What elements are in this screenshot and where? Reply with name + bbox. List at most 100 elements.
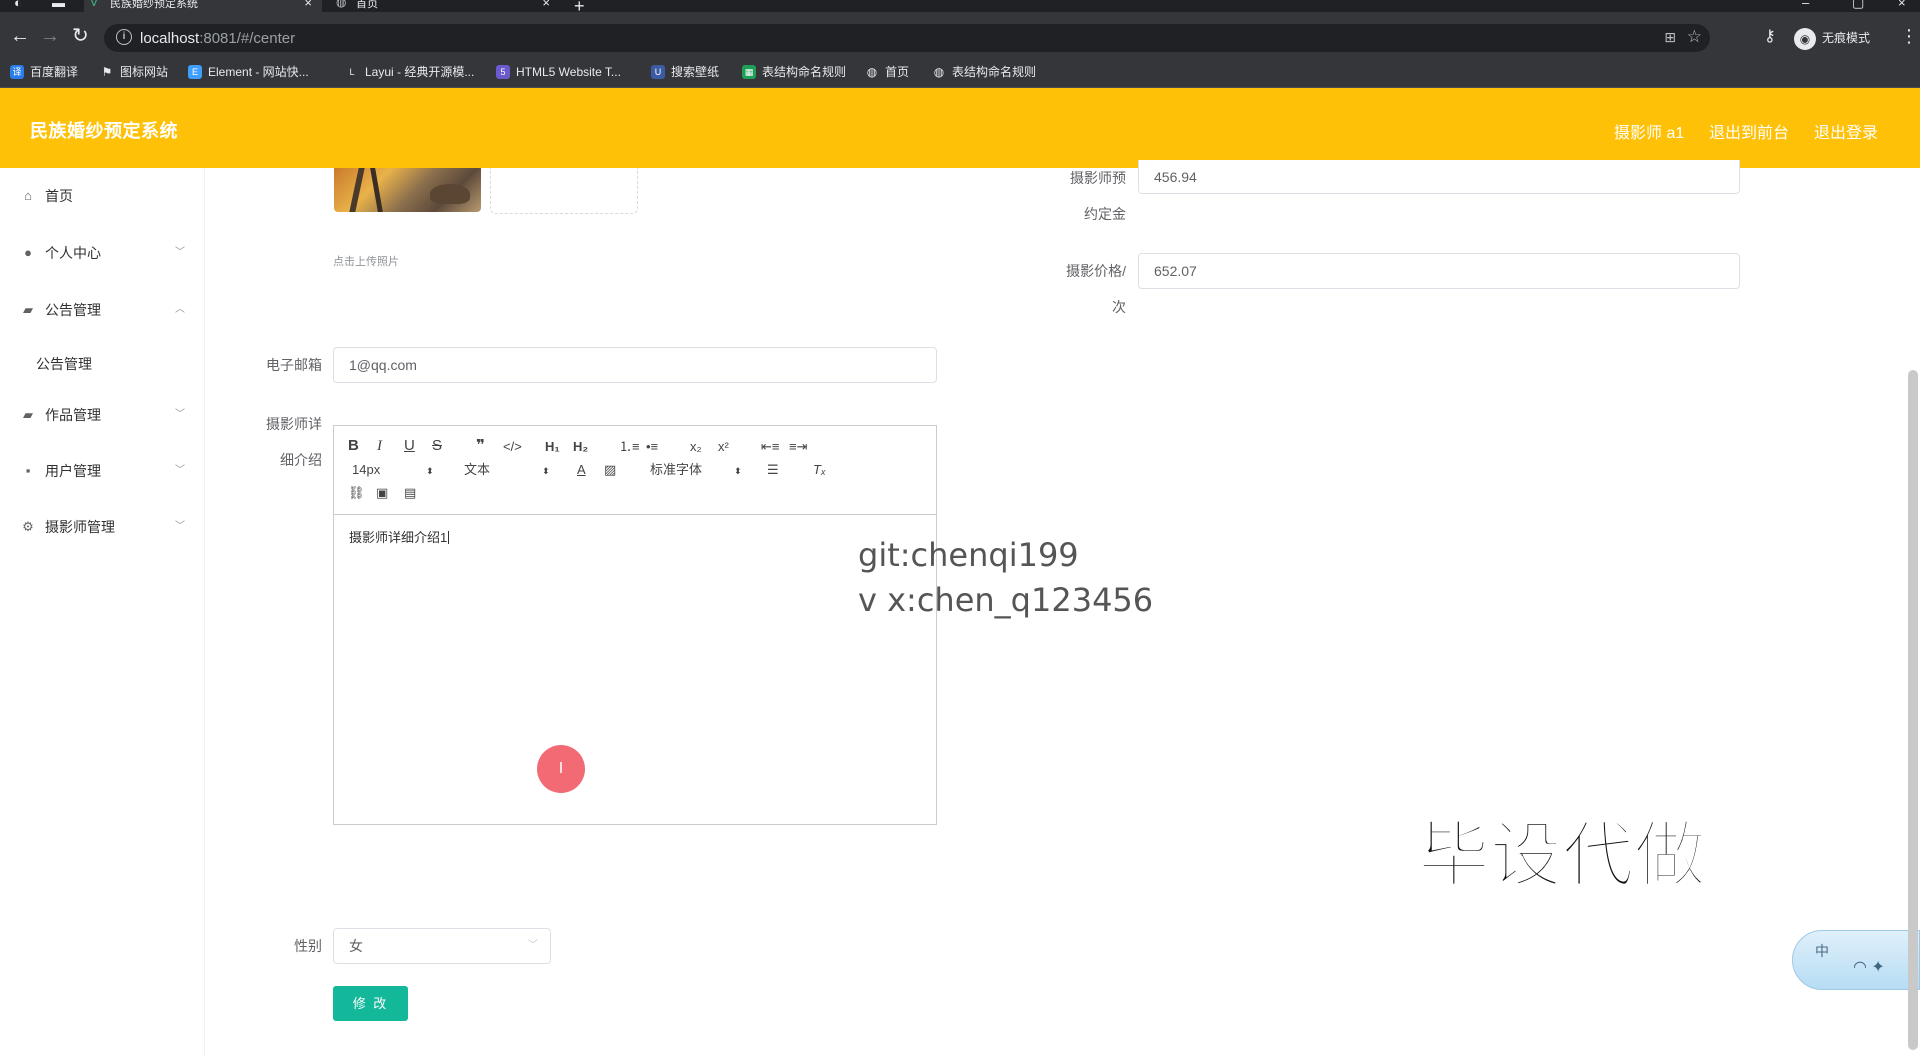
bold-icon[interactable]: B	[348, 437, 359, 455]
reload-icon[interactable]: ↻	[72, 26, 89, 46]
upload-photo-box[interactable]	[490, 168, 638, 214]
editor-toolbar: B I U S ❞ </> H₁ H₂ ⒈≡ •≡ x₂ x² ⇤≡ ≡⇥ 14…	[334, 426, 936, 515]
bookmark-item[interactable]: E Element - 网站快...	[188, 64, 309, 80]
forward-arrow-icon[interactable]: →	[40, 26, 60, 46]
bookmark-item[interactable]: 译百度翻译	[10, 64, 78, 80]
translate-icon[interactable]: ⊞	[1664, 29, 1676, 46]
gender-select[interactable]: 女 ﹀	[333, 928, 551, 964]
briefcase-icon: ▰	[23, 302, 33, 317]
intro-label: 摄影师详	[266, 416, 322, 432]
submit-button[interactable]: 修 改	[333, 986, 408, 1021]
bookmark-item[interactable]: U 搜索壁纸	[651, 64, 719, 80]
page-scrollbar[interactable]	[1908, 370, 1918, 1050]
font-family-select[interactable]: 标准字体 ⬍	[650, 461, 746, 479]
minimize-icon[interactable]: –	[1802, 0, 1809, 10]
sidebar-subitem-notices[interactable]: 公告管理	[0, 350, 190, 378]
bookmark-item[interactable]: ◍ 表结构命名规则	[932, 64, 1036, 80]
sidebar-item-users[interactable]: ▪ 用户管理 ﹀	[0, 457, 190, 485]
image-icon[interactable]: ▣	[376, 484, 388, 502]
sidebar-item-works[interactable]: ▰ 作品管理 ﹀	[0, 401, 190, 429]
indent-icon[interactable]: ≡⇥	[789, 438, 807, 456]
subscript-icon[interactable]: x₂	[690, 438, 702, 456]
video-icon[interactable]: ▤	[404, 484, 416, 502]
price-label: 摄影价格/	[1066, 263, 1126, 279]
new-tab-button[interactable]: +	[574, 0, 585, 12]
sidebar-item-profile[interactable]: ● 个人中心 ﹀	[0, 239, 190, 267]
browser-tab-active[interactable]: V 民族婚纱预定系统 ×	[84, 0, 322, 12]
bookmark-item[interactable]: 5 HTML5 Website T...	[496, 64, 621, 80]
intro-label-line2: 细介绍	[280, 452, 322, 468]
current-user-label[interactable]: 摄影师 a1	[1614, 119, 1684, 143]
sidebar-item-photographers[interactable]: ⚙ 摄影师管理 ﹀	[0, 513, 190, 541]
kebab-menu-icon[interactable]: ⋮	[1900, 26, 1918, 47]
chevron-down-icon: ﹀	[175, 521, 185, 532]
info-icon[interactable]: i	[116, 29, 132, 45]
block-type-select[interactable]: 文本 ⬍	[464, 461, 550, 479]
incognito-label: 无痕模式	[1822, 31, 1871, 45]
key-icon[interactable]: ⚷	[1764, 26, 1776, 46]
ime-mascot-icon: ◠ ✦	[1853, 959, 1885, 976]
strike-icon[interactable]: S	[432, 437, 442, 455]
uploaded-photo[interactable]	[334, 168, 481, 212]
chevron-down-icon: ﹀	[175, 247, 185, 258]
logout-link[interactable]: 退出登录	[1814, 119, 1878, 143]
outdent-icon[interactable]: ⇤≡	[761, 438, 779, 456]
address-bar[interactable]: i localhost:8081/#/center ⊞ ☆	[104, 24, 1710, 52]
font-color-icon[interactable]: A	[577, 461, 586, 479]
back-arrow-icon[interactable]: ←	[10, 26, 30, 46]
editor-content[interactable]: 摄影师详细介绍1	[349, 527, 450, 546]
font-size-select[interactable]: 14px ⬍	[352, 461, 436, 479]
exit-to-front-link[interactable]: 退出到前台	[1709, 119, 1789, 143]
email-input[interactable]: 1@qq.com	[333, 347, 937, 383]
sidebar-divider	[204, 168, 205, 1056]
bookmark-item[interactable]: L Layui - 经典开源模...	[345, 64, 474, 80]
close-tab-icon[interactable]: ×	[542, 0, 550, 9]
upload-tip: 点击上传照片	[333, 256, 399, 268]
bookmark-item[interactable]: ▦ 表结构命名规则	[742, 64, 846, 80]
vue-icon: V	[90, 0, 99, 9]
sidebar-item-notices[interactable]: ▰ 公告管理 ︿	[0, 296, 190, 324]
h1-icon[interactable]: H₁	[545, 438, 560, 456]
blockquote-icon[interactable]: ❞	[476, 437, 485, 455]
bookmark-item[interactable]: ◍ 首页	[865, 64, 909, 80]
sidebar: ⌂ 首页 ● 个人中心 ﹀ ▰ 公告管理 ︿ 公告管理 ▰ 作品管理 ﹀ ▪ 用…	[0, 168, 190, 1056]
close-tab-icon[interactable]: ×	[304, 0, 312, 9]
flag-icon: ⚑	[101, 65, 113, 79]
star-icon[interactable]: ☆	[1687, 27, 1702, 47]
incognito-icon: ◉	[1794, 28, 1816, 50]
underline-icon[interactable]: U	[404, 437, 415, 455]
browser-tab[interactable]: ◍ 首页 ×	[330, 0, 560, 12]
incognito-badge[interactable]: ◉ 无痕模式	[1794, 26, 1870, 50]
italic-icon[interactable]: I	[377, 437, 382, 455]
settings-icon: ⚙	[22, 519, 34, 534]
tab-title: 民族婚纱预定系统	[110, 0, 198, 10]
clear-format-icon[interactable]: Tₓ	[813, 461, 826, 479]
link-icon[interactable]: ⛓	[348, 484, 365, 502]
code-icon[interactable]: </>	[503, 438, 522, 456]
bullet-list-icon[interactable]: •≡	[646, 438, 658, 456]
chevron-down-icon: ﹀	[528, 940, 538, 951]
rich-text-editor[interactable]: B I U S ❞ </> H₁ H₂ ⒈≡ •≡ x₂ x² ⇤≡ ≡⇥ 14…	[333, 425, 937, 825]
url-text[interactable]: localhost:8081/#/center	[140, 30, 295, 47]
h2-icon[interactable]: H₂	[573, 438, 588, 456]
ordered-list-icon[interactable]: ⒈≡	[619, 438, 640, 456]
ime-mode-label: 中	[1815, 943, 1829, 959]
chat-icon: ▪	[25, 463, 31, 478]
sidebar-item-home[interactable]: ⌂ 首页	[0, 182, 190, 210]
deposit-input[interactable]: 456.94	[1138, 160, 1740, 194]
bookmark-item[interactable]: ⚑ 图标网站	[100, 64, 168, 80]
price-label-line2: 次	[1112, 299, 1126, 315]
window-icon[interactable]: ▬	[52, 0, 65, 10]
maximize-icon[interactable]: ▢	[1852, 0, 1864, 11]
tab-title: 首页	[356, 0, 378, 10]
browser-menu-icon[interactable]: ◐	[14, 0, 22, 10]
background-color-icon[interactable]: ▨	[604, 461, 616, 479]
align-icon[interactable]: ☰	[767, 461, 779, 479]
price-input[interactable]: 652.07	[1138, 253, 1740, 289]
sheet-icon: ▦	[742, 65, 756, 79]
close-window-icon[interactable]: ×	[1898, 0, 1906, 10]
ime-widget[interactable]: 中 ◠ ✦	[1792, 930, 1920, 990]
superscript-icon[interactable]: x²	[718, 438, 729, 456]
briefcase-icon: ▰	[23, 407, 33, 422]
html5-icon: 5	[496, 65, 510, 79]
